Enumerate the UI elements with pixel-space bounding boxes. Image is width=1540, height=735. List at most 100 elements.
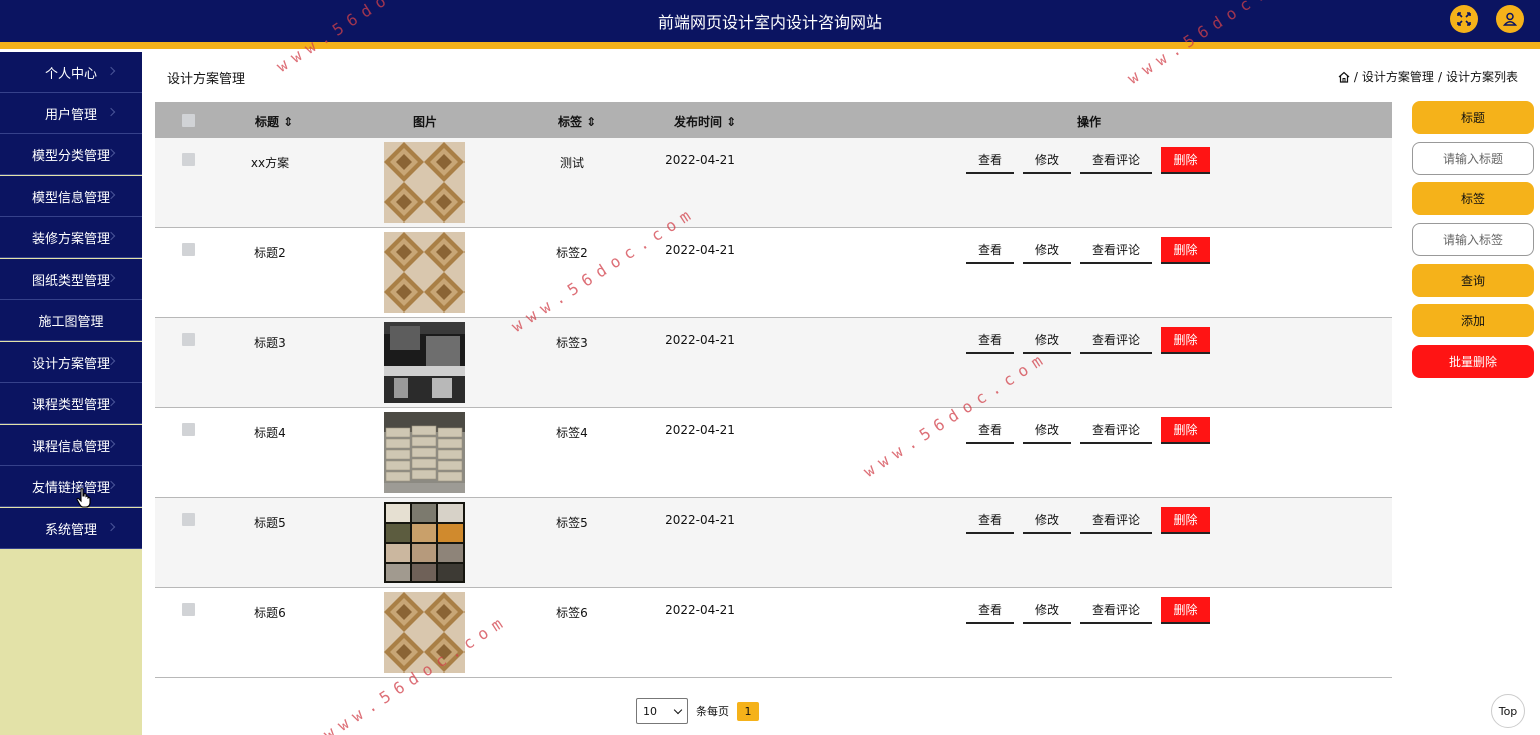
sidebar-item-label: 装修方案管理: [31, 231, 110, 247]
edit-button[interactable]: 修改: [1023, 506, 1071, 534]
sidebar-item-construction-drawings[interactable]: 施工图管理: [0, 300, 142, 341]
design-plan-table: 标题 ⇕ 图片 标签 ⇕ 发布时间 ⇕ 操作 xx方案 测试 2022-04-2…: [155, 102, 1392, 678]
page-size-select[interactable]: 10: [636, 698, 688, 724]
tag-search-input[interactable]: 请输入标签: [1412, 223, 1534, 256]
page-title: 设计方案管理: [167, 72, 246, 87]
row-date: 2022-04-21: [665, 603, 735, 617]
column-header-tag[interactable]: 标签 ⇕: [558, 113, 596, 130]
sidebar-item-label: 模型信息管理: [31, 190, 110, 206]
user-button[interactable]: [1496, 5, 1524, 33]
row-tag: 测试: [559, 156, 584, 170]
row-checkbox[interactable]: [182, 153, 195, 166]
batch-delete-button[interactable]: 批量删除: [1412, 345, 1534, 378]
table-header: 标题 ⇕ 图片 标签 ⇕ 发布时间 ⇕ 操作: [155, 102, 1392, 138]
edit-button[interactable]: 修改: [1023, 326, 1071, 354]
header-accent-stripe: [0, 42, 1540, 49]
row-checkbox[interactable]: [182, 243, 195, 256]
delete-button[interactable]: 删除: [1161, 237, 1210, 264]
view-button[interactable]: 查看: [966, 506, 1014, 534]
view-comments-button[interactable]: 查看评论: [1080, 146, 1152, 174]
app-title: 前端网页设计室内设计咨询网站: [657, 13, 882, 32]
breadcrumb-level2: 设计方案列表: [1445, 70, 1518, 84]
delete-button[interactable]: 删除: [1161, 327, 1210, 354]
sidebar-item-users[interactable]: 用户管理: [0, 93, 142, 134]
sidebar-item-label: 系统管理: [44, 522, 97, 538]
sidebar-item-system[interactable]: 系统管理: [0, 508, 142, 549]
row-checkbox[interactable]: [182, 333, 195, 346]
delete-button[interactable]: 删除: [1161, 147, 1210, 174]
row-image-kitchen: [384, 322, 465, 403]
row-date: 2022-04-21: [665, 153, 735, 167]
delete-button[interactable]: 删除: [1161, 507, 1210, 534]
sidebar-item-personal-center[interactable]: 个人中心: [0, 52, 142, 93]
title-search-input[interactable]: 请输入标题: [1412, 142, 1534, 175]
row-title: 标题6: [254, 606, 286, 620]
user-icon: [1503, 12, 1517, 26]
breadcrumb-level1[interactable]: 设计方案管理: [1362, 68, 1434, 85]
row-checkbox[interactable]: [182, 603, 195, 616]
back-to-top-button[interactable]: Top: [1491, 694, 1525, 728]
view-button[interactable]: 查看: [966, 236, 1014, 264]
sort-icon: ⇕: [586, 115, 597, 129]
row-title: 标题3: [254, 336, 286, 350]
edit-button[interactable]: 修改: [1023, 146, 1071, 174]
sidebar-item-model-categories[interactable]: 模型分类管理: [0, 134, 142, 175]
query-button[interactable]: 查询: [1412, 264, 1534, 297]
tag-search-label: 标签: [1412, 182, 1534, 215]
view-comments-button[interactable]: 查看评论: [1080, 506, 1152, 534]
home-icon[interactable]: [1338, 71, 1350, 83]
add-button[interactable]: 添加: [1412, 304, 1534, 337]
delete-button[interactable]: 删除: [1161, 417, 1210, 444]
view-comments-button[interactable]: 查看评论: [1080, 326, 1152, 354]
table-row: xx方案 测试 2022-04-21 查看 修改 查看评论 删除: [155, 138, 1392, 228]
sort-icon: ⇕: [726, 115, 737, 129]
page-number-current[interactable]: 1: [737, 701, 759, 721]
expand-icon: [1457, 12, 1471, 26]
sidebar-item-label: 用户管理: [44, 107, 97, 123]
column-header-title[interactable]: 标题 ⇕: [255, 113, 293, 130]
row-date: 2022-04-21: [665, 333, 735, 347]
sidebar-item-renovation-plans[interactable]: 装修方案管理: [0, 217, 142, 258]
row-date: 2022-04-21: [665, 513, 735, 527]
chevron-icon: [106, 522, 116, 532]
view-comments-button[interactable]: 查看评论: [1080, 416, 1152, 444]
sidebar-item-drawing-types[interactable]: 图纸类型管理: [0, 259, 142, 300]
row-title: xx方案: [250, 156, 290, 170]
table-row: 标题5 标签5 2022-04-21 查看 修改 查看评论 删除: [155, 498, 1392, 588]
table-row: 标题3 标签3 2022-04-21 查看 修改 查看评论 删除: [155, 318, 1392, 408]
view-button[interactable]: 查看: [966, 596, 1014, 624]
hand-cursor-icon: [76, 488, 91, 508]
table-row: 标题2 标签2 2022-04-21 查看 修改 查看评论 删除: [155, 228, 1392, 318]
pagination: 10 条每页 1: [636, 698, 759, 724]
sidebar-item-label: 课程信息管理: [31, 439, 110, 455]
fullscreen-button[interactable]: [1450, 5, 1478, 33]
sidebar-item-course-types[interactable]: 课程类型管理: [0, 383, 142, 424]
view-button[interactable]: 查看: [966, 146, 1014, 174]
select-all-checkbox[interactable]: [182, 114, 195, 127]
column-header-date[interactable]: 发布时间 ⇕: [674, 113, 736, 130]
view-button[interactable]: 查看: [966, 416, 1014, 444]
view-button[interactable]: 查看: [966, 326, 1014, 354]
row-tag: 标签2: [556, 246, 588, 260]
sidebar-item-label: 施工图管理: [38, 314, 104, 330]
delete-button[interactable]: 删除: [1161, 597, 1210, 624]
sidebar-item-label: 课程类型管理: [31, 397, 110, 413]
row-title: 标题5: [254, 516, 286, 530]
sidebar-item-design-plans[interactable]: 设计方案管理: [0, 342, 142, 383]
row-checkbox[interactable]: [182, 513, 195, 526]
edit-button[interactable]: 修改: [1023, 596, 1071, 624]
edit-button[interactable]: 修改: [1023, 416, 1071, 444]
main-content: 设计方案管理 / 设计方案管理 / 设计方案列表 标题 ⇕ 图片 标签 ⇕ 发布…: [142, 52, 1518, 735]
edit-button[interactable]: 修改: [1023, 236, 1071, 264]
view-comments-button[interactable]: 查看评论: [1080, 236, 1152, 264]
chevron-down-icon: [673, 705, 683, 714]
row-checkbox[interactable]: [182, 423, 195, 436]
sidebar-item-label: 设计方案管理: [31, 356, 110, 372]
table-row: 标题4 标签4 2022-04-21 查看 修改 查看评论 删除: [155, 408, 1392, 498]
row-date: 2022-04-21: [665, 243, 735, 257]
sidebar-item-model-info[interactable]: 模型信息管理: [0, 176, 142, 217]
sidebar-item-friend-links[interactable]: 友情链接管理: [0, 466, 142, 507]
sidebar-item-course-info[interactable]: 课程信息管理: [0, 425, 142, 466]
row-tag: 标签3: [556, 336, 588, 350]
view-comments-button[interactable]: 查看评论: [1080, 596, 1152, 624]
